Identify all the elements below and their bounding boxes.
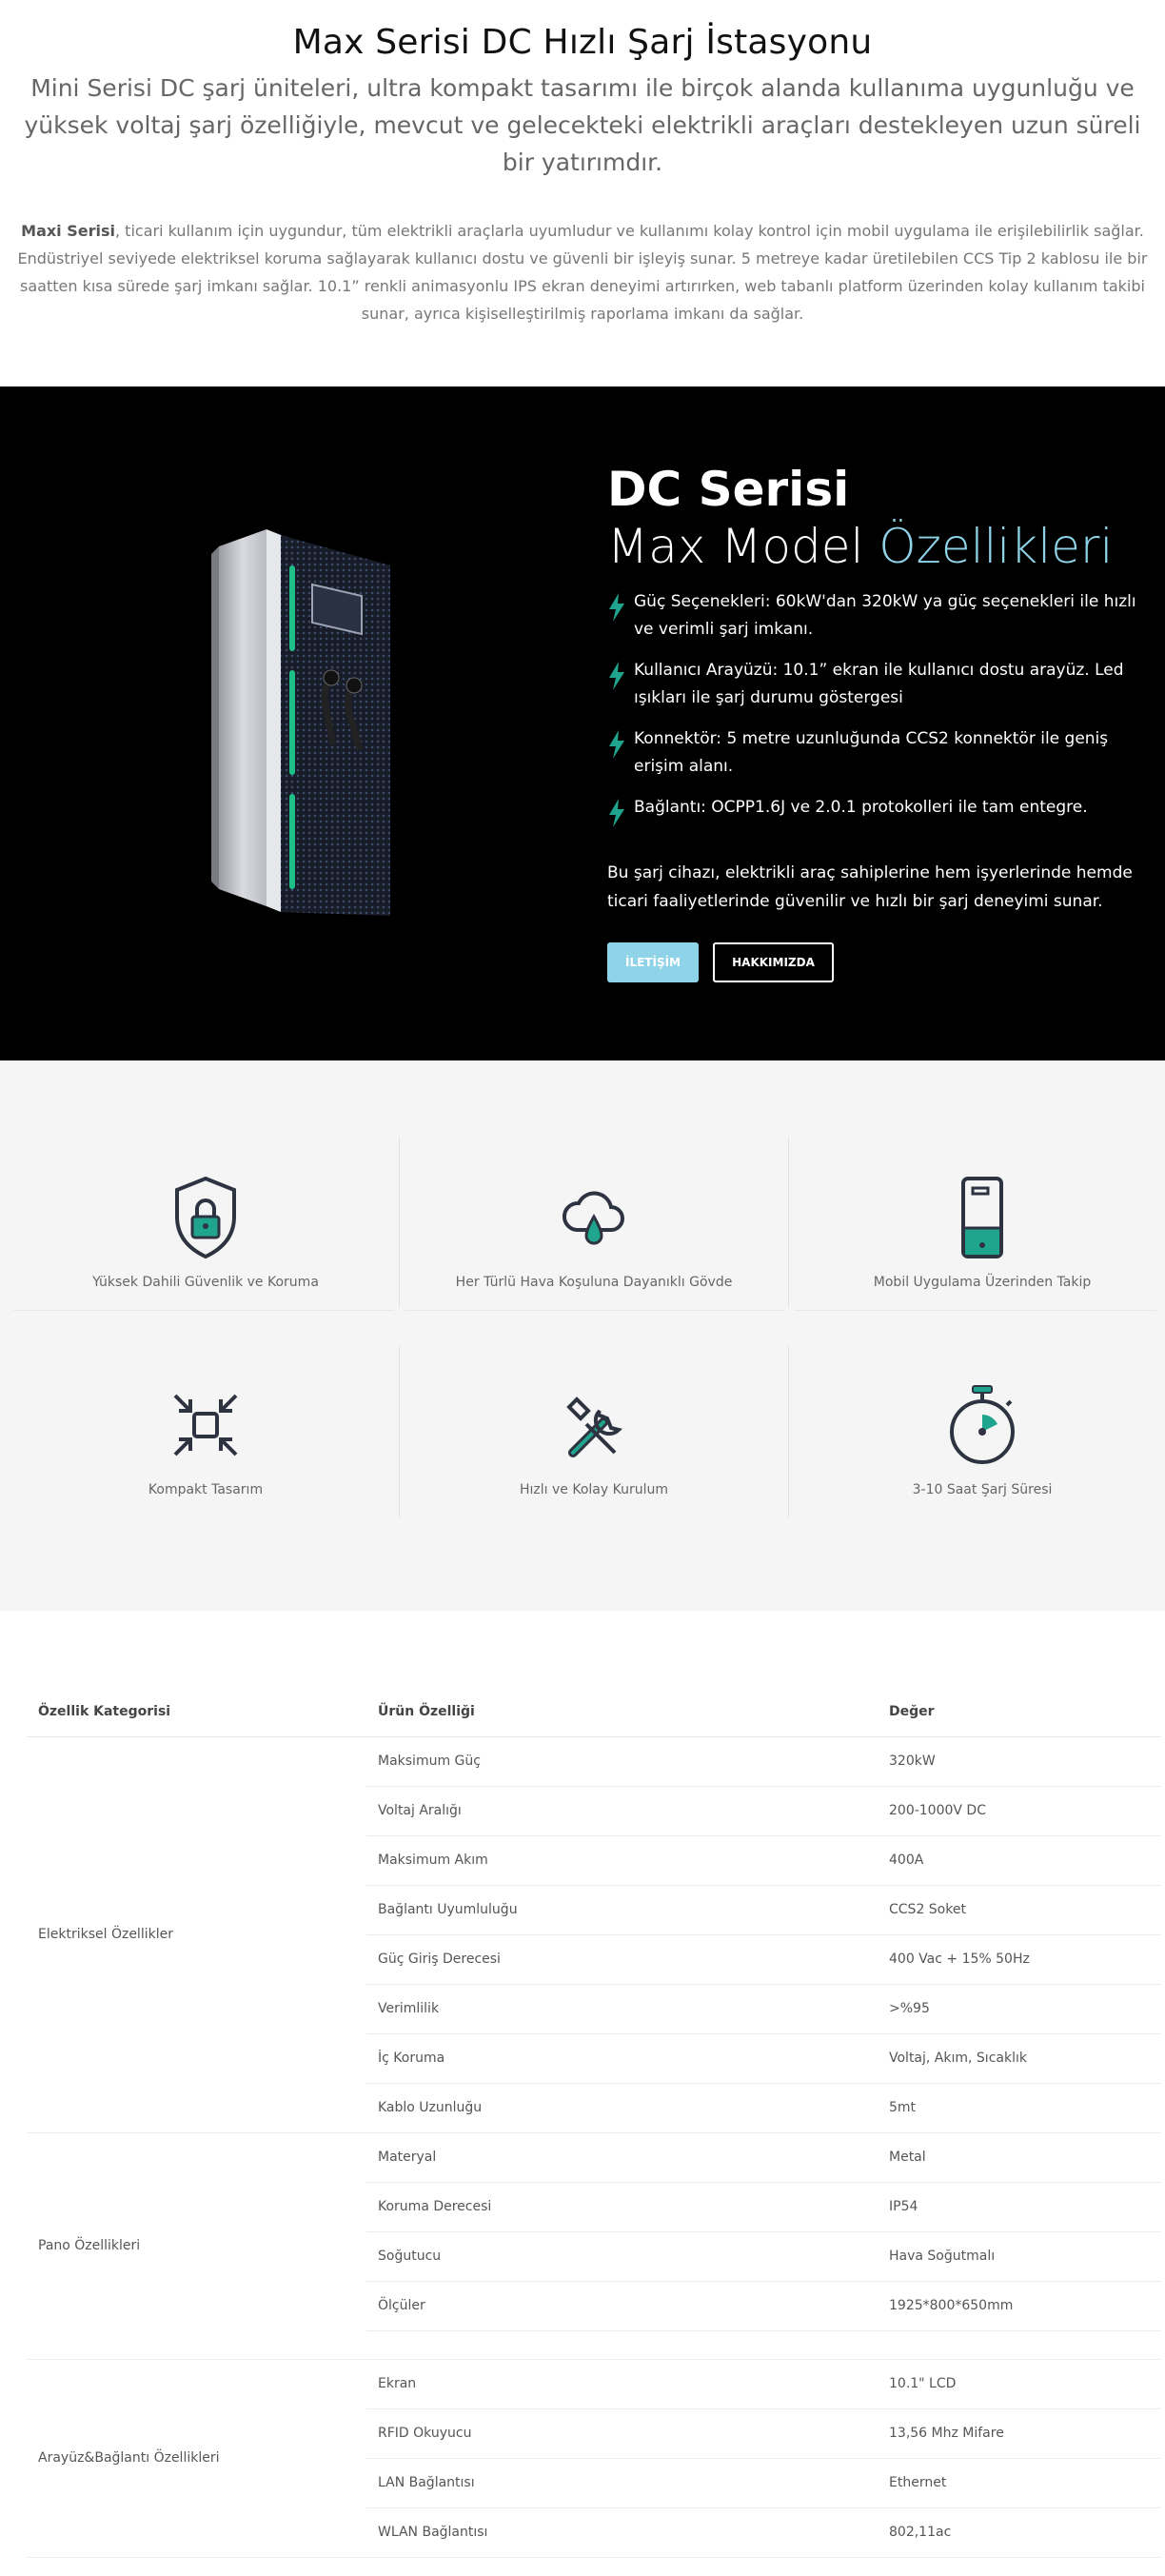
feature-card: 3-10 Saat Şarj Süresi	[792, 1363, 1165, 1535]
feature-card: Hızlı ve Kolay Kurulum	[404, 1363, 784, 1535]
header-feature: Ürün Özelliği	[366, 1687, 878, 1737]
table-row: Pano Özellikleri Materyal Metal	[27, 2132, 1161, 2360]
divider	[399, 1346, 400, 1517]
shield-lock-icon	[175, 1176, 236, 1259]
value-cell: Hava Soğutmalı	[878, 2231, 1161, 2282]
intro-description-text: , ticari kullanım için uygundur, tüm ele…	[17, 222, 1148, 323]
intro-section: Max Serisi DC Hızlı Şarj İstasyonu Mini …	[0, 0, 1165, 327]
feature-cell: İç Koruma	[366, 2033, 878, 2084]
value-cell: 13,56 Mhz Mifare	[878, 2408, 1161, 2459]
hero-note: Bu şarj cihazı, elektrikli araç sahipler…	[607, 863, 1133, 911]
value-cell: CCS2 Soket	[878, 1885, 1161, 1935]
feature-cell: RFID Okuyucu	[366, 2408, 878, 2459]
feature-cell: Kablo Uzunluğu	[366, 2083, 878, 2133]
hero-subtitle-accent: Özellikleri	[879, 519, 1114, 574]
features-section: Yüksek Dahili Güvenlik ve Koruma Her Tür…	[0, 1060, 1165, 1611]
contact-button[interactable]: İLETİŞİM	[607, 942, 699, 982]
hero-section: DC Serisi Max Model Özellikleri Güç Seçe…	[0, 386, 1165, 1060]
header-category: Özellik Kategorisi	[27, 1687, 366, 1737]
page-title: Max Serisi DC Hızlı Şarj İstasyonu	[292, 23, 873, 62]
divider	[399, 1137, 400, 1308]
feature-card: Kompakt Tasarım	[15, 1363, 396, 1535]
feature-cell: Güç Giriş Derecesi	[366, 1934, 878, 1985]
table-row: Arayüz&Bağlantı Özellikleri Ekran 10.1" …	[27, 2359, 1161, 2558]
feature-cell: Materyal	[366, 2132, 878, 2183]
value-cell: IP54	[878, 2182, 1161, 2232]
feature-cell: Bağlantı Uyumluluğu	[366, 1885, 878, 1935]
feature-label: Kompakt Tasarım	[148, 1482, 264, 1497]
value-cell: 1925*800*650mm	[878, 2281, 1161, 2331]
feature-label: Her Türlü Hava Koşuluna Dayanıklı Gövde	[455, 1275, 733, 1290]
bullet-item: Güç Seçenekleri: 60kW'dan 320kW ya güç s…	[607, 588, 1150, 644]
bolt-icon	[609, 730, 624, 759]
compact-arrows-icon	[173, 1394, 238, 1456]
bullet-item: Kullanıcı Arayüzü: 10.1” ekran ile kulla…	[607, 657, 1150, 712]
category-cell: Elektriksel Özellikler	[27, 1736, 366, 2133]
bullet-item: Konnektör: 5 metre uzunluğunda CCS2 konn…	[607, 725, 1150, 781]
specs-table: Özellik Kategorisi Ürün Özelliği Değer E…	[27, 1687, 1161, 2558]
about-button[interactable]: HAKKIMIZDA	[713, 942, 834, 982]
mobile-app-icon	[961, 1177, 1003, 1258]
bolt-icon	[609, 662, 624, 690]
table-row: Elektriksel Özellikler Maksimum Güç 320k…	[27, 1736, 1161, 2133]
header-value: Değer	[878, 1687, 1161, 1737]
feature-cell: Ölçüler	[366, 2281, 878, 2331]
value-cell: >%95	[878, 1984, 1161, 2034]
stopwatch-icon	[950, 1385, 1015, 1464]
category-cell: Arayüz&Bağlantı Özellikleri	[27, 2359, 366, 2558]
feature-card: Yüksek Dahili Güvenlik ve Koruma	[15, 1156, 396, 1327]
feature-card: Mobil Uygulama Üzerinden Takip	[792, 1156, 1165, 1327]
spacer-cell	[878, 2330, 1161, 2360]
value-cell: Voltaj, Akım, Sıcaklık	[878, 2033, 1161, 2084]
charger-image	[211, 529, 390, 916]
feature-label: Yüksek Dahili Güvenlik ve Koruma	[92, 1275, 319, 1290]
value-cell: Ethernet	[878, 2458, 1161, 2508]
spacer-cell	[366, 2330, 878, 2360]
value-cell: 5mt	[878, 2083, 1161, 2133]
feature-bullet-list: Güç Seçenekleri: 60kW'dan 320kW ya güç s…	[607, 588, 1150, 835]
value-cell: 200-1000V DC	[878, 1786, 1161, 1836]
value-cell: 320kW	[878, 1736, 1161, 1787]
bolt-icon	[609, 799, 624, 827]
cloud-drop-icon	[562, 1191, 624, 1245]
feature-cell: WLAN Bağlantısı	[366, 2507, 878, 2558]
feature-card: Her Türlü Hava Koşuluna Dayanıklı Gövde	[404, 1156, 784, 1327]
hero-subtitle: Max Model Özellikleri	[607, 518, 1113, 575]
bolt-icon	[609, 593, 624, 622]
bullet-text: Güç Seçenekleri: 60kW'dan 320kW ya güç s…	[634, 592, 1136, 639]
feature-cell: Voltaj Aralığı	[366, 1786, 878, 1836]
feature-cell: Verimlilik	[366, 1984, 878, 2034]
feature-label: 3-10 Saat Şarj Süresi	[912, 1482, 1053, 1497]
value-cell: 400A	[878, 1835, 1161, 1886]
table-header-row: Özellik Kategorisi Ürün Özelliği Değer	[27, 1687, 1161, 1737]
intro-description: Maxi Serisi, ticari kullanım için uygund…	[11, 217, 1154, 327]
feature-label: Mobil Uygulama Üzerinden Takip	[873, 1275, 1092, 1290]
intro-subtitle: Mini Serisi DC şarj üniteleri, ultra kom…	[24, 74, 1141, 176]
hero-subtitle-plain: Max Model	[607, 519, 879, 574]
value-cell: 400 Vac + 15% 50Hz	[878, 1934, 1161, 1985]
value-cell: 10.1" LCD	[878, 2359, 1161, 2409]
hero-title: DC Serisi	[607, 462, 850, 517]
divider	[788, 1346, 789, 1517]
feature-cell: Koruma Derecesi	[366, 2182, 878, 2232]
divider	[788, 1137, 789, 1308]
feature-cell: LAN Bağlantısı	[366, 2458, 878, 2508]
tools-icon	[566, 1397, 622, 1457]
feature-cell: Ekran	[366, 2359, 878, 2409]
bullet-item: Bağlantı: OCPP1.6J ve 2.0.1 protokolleri…	[607, 794, 1150, 827]
value-cell: Metal	[878, 2132, 1161, 2183]
bullet-text: Konnektör: 5 metre uzunluğunda CCS2 konn…	[634, 729, 1109, 776]
series-name: Maxi Serisi	[21, 222, 115, 240]
bullet-text: Bağlantı: OCPP1.6J ve 2.0.1 protokolleri…	[634, 798, 1088, 817]
value-cell: 802,11ac	[878, 2507, 1161, 2558]
feature-label: Hızlı ve Kolay Kurulum	[520, 1482, 668, 1497]
feature-cell: Maksimum Güç	[366, 1736, 878, 1787]
feature-cell: Maksimum Akım	[366, 1835, 878, 1886]
category-cell: Pano Özellikleri	[27, 2132, 366, 2360]
bullet-text: Kullanıcı Arayüzü: 10.1” ekran ile kulla…	[634, 661, 1124, 707]
feature-cell: Soğutucu	[366, 2231, 878, 2282]
